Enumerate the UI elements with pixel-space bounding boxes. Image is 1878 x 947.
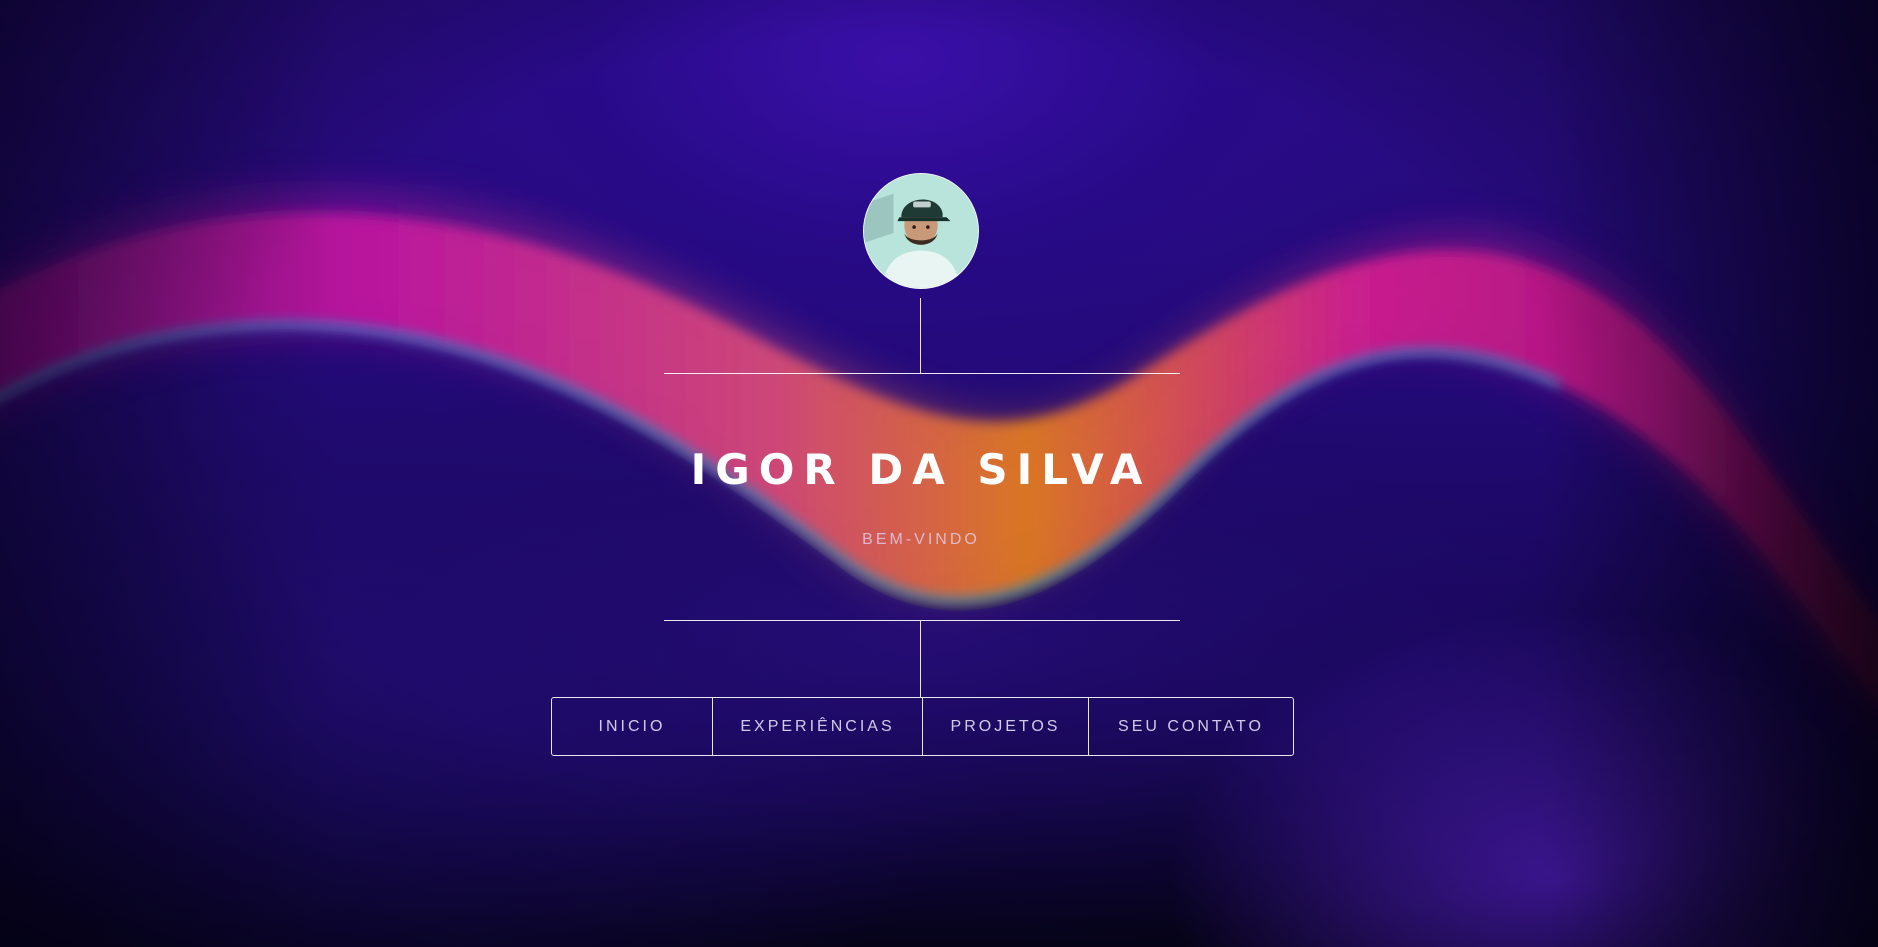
page-tagline: BEM-VINDO bbox=[862, 531, 980, 548]
connector-line-top bbox=[920, 298, 921, 373]
profile-photo-icon bbox=[864, 174, 978, 288]
divider-line-bottom bbox=[664, 620, 1180, 621]
page-title: IGOR DA SILVA bbox=[690, 445, 1152, 494]
divider-line-top bbox=[664, 373, 1180, 374]
nav-item-inicio[interactable]: INICIO bbox=[552, 698, 713, 755]
nav-item-experiencias[interactable]: EXPERIÊNCIAS bbox=[713, 698, 923, 755]
connector-line-bottom bbox=[920, 621, 921, 697]
main-nav: INICIO EXPERIÊNCIAS PROJETOS SEU CONTATO bbox=[551, 697, 1294, 756]
page-background: IGOR DA SILVA BEM-VINDO INICIO EXPERIÊNC… bbox=[0, 0, 1878, 947]
profile-avatar bbox=[863, 173, 979, 289]
nav-item-projetos[interactable]: PROJETOS bbox=[923, 698, 1089, 755]
nav-item-seu-contato[interactable]: SEU CONTATO bbox=[1089, 698, 1293, 755]
